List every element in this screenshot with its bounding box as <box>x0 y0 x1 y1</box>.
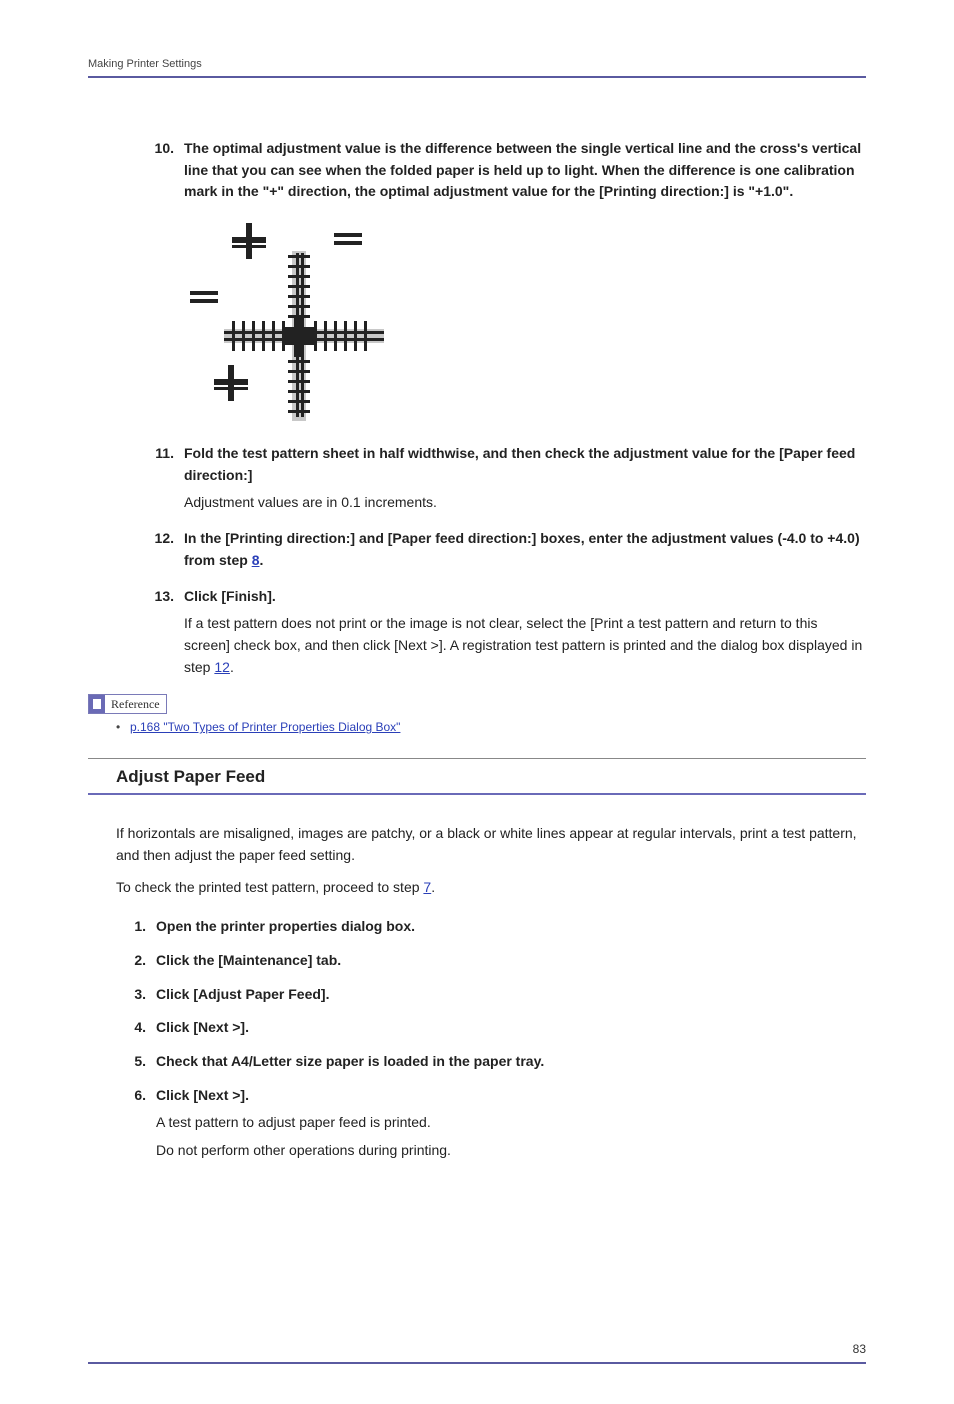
step-link-12[interactable]: 12 <box>214 659 230 675</box>
step-13: Click [Finish]. If a test pattern does n… <box>144 586 866 679</box>
substep-5: Check that A4/Letter size paper is loade… <box>116 1051 866 1073</box>
substep-3: Click [Adjust Paper Feed]. <box>116 984 866 1006</box>
step-text: Fold the test pattern sheet in half widt… <box>184 445 855 483</box>
substep-text: Click the [Maintenance] tab. <box>156 952 341 968</box>
step-text-post: . <box>259 552 263 568</box>
substep-text: Click [Next >]. <box>156 1019 249 1035</box>
section-paragraph-1: If horizontals are misaligned, images ar… <box>116 823 866 866</box>
section-separator <box>88 758 866 759</box>
substep-4: Click [Next >]. <box>116 1017 866 1039</box>
substep-list: Open the printer properties dialog box. … <box>116 916 866 1162</box>
reference-label: Reference <box>105 696 166 713</box>
step-body: If a test pattern does not print or the … <box>184 613 866 678</box>
substep-text: Click [Adjust Paper Feed]. <box>156 986 329 1002</box>
page-number: 83 <box>88 1342 866 1356</box>
step-12: In the [Printing direction:] and [Paper … <box>144 528 866 571</box>
step-10: The optimal adjustment value is the diff… <box>144 138 866 425</box>
substep-text: Open the printer properties dialog box. <box>156 918 415 934</box>
reference-icon <box>89 695 105 713</box>
substep-body-2: Do not perform other operations during p… <box>156 1140 866 1162</box>
running-header: Making Printer Settings <box>88 58 866 70</box>
p2-pre: To check the printed test pattern, proce… <box>116 879 423 895</box>
step-text: In the [Printing direction:] and [Paper … <box>184 530 860 568</box>
step-body-post: . <box>230 659 234 675</box>
section-paragraph-2: To check the printed test pattern, proce… <box>116 877 866 899</box>
reference-list: p.168 "Two Types of Printer Properties D… <box>116 720 866 734</box>
step-text: Click [Finish]. <box>184 588 276 604</box>
calibration-pattern-figure <box>184 215 384 425</box>
reference-heading: Reference <box>88 694 866 714</box>
substep-text: Check that A4/Letter size paper is loade… <box>156 1053 544 1069</box>
step-list-continued: The optimal adjustment value is the diff… <box>144 138 866 678</box>
substep-6: Click [Next >]. A test pattern to adjust… <box>116 1085 866 1162</box>
substep-2: Click the [Maintenance] tab. <box>116 950 866 972</box>
substep-body-1: A test pattern to adjust paper feed is p… <box>156 1112 866 1134</box>
bottom-rule <box>88 1362 866 1364</box>
reference-item: p.168 "Two Types of Printer Properties D… <box>116 720 866 734</box>
reference-badge: Reference <box>88 694 167 714</box>
p2-post: . <box>431 879 435 895</box>
section-title: Adjust Paper Feed <box>88 767 866 795</box>
substep-text: Click [Next >]. <box>156 1087 249 1103</box>
step-text: The optimal adjustment value is the diff… <box>184 140 861 199</box>
top-rule <box>88 76 866 78</box>
reference-link[interactable]: p.168 "Two Types of Printer Properties D… <box>130 720 400 734</box>
step-body-pre: If a test pattern does not print or the … <box>184 615 862 674</box>
substep-1: Open the printer properties dialog box. <box>116 916 866 938</box>
step-body: Adjustment values are in 0.1 increments. <box>184 492 866 514</box>
step-11: Fold the test pattern sheet in half widt… <box>144 443 866 514</box>
step-text-pre: In the [Printing direction:] and [Paper … <box>184 530 860 568</box>
